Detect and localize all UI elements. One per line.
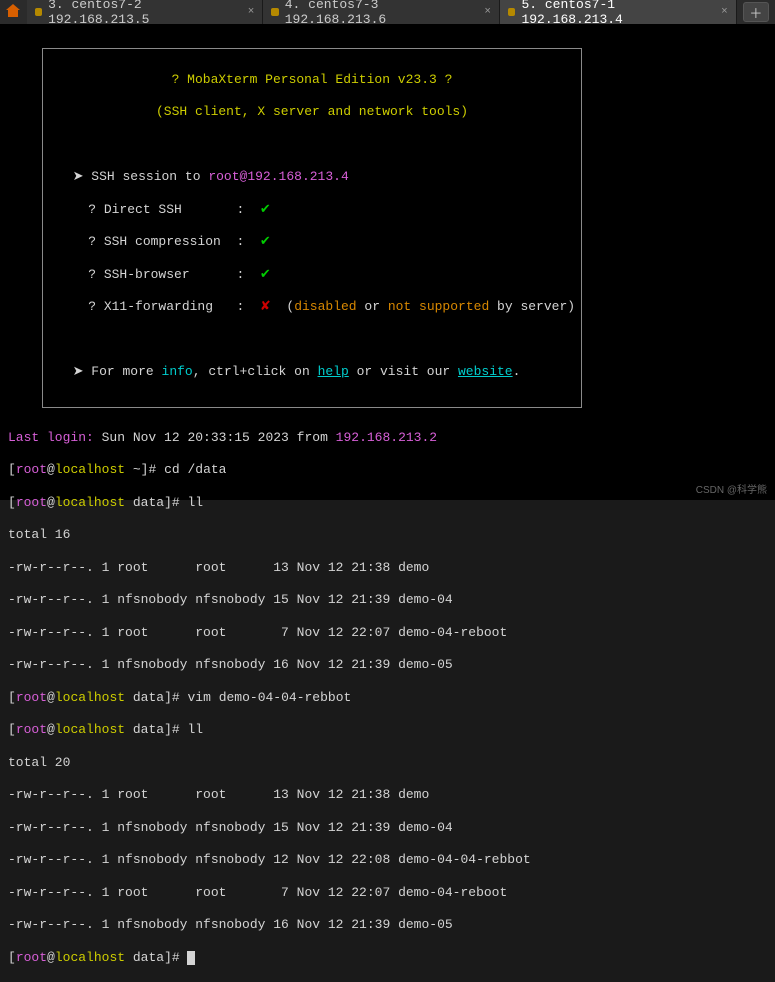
tab-label: 5. centos7-1 192.168.213.4 <box>521 0 709 27</box>
ls-total: total 20 <box>8 755 767 771</box>
tab-bar: 3. centos7-2 192.168.213.5 × 4. centos7-… <box>0 0 775 24</box>
website-link[interactable]: website <box>458 364 513 379</box>
terminal-icon <box>508 8 515 16</box>
ls-row: -rw-r--r--. 1 root root 7 Nov 12 22:07 d… <box>8 885 767 901</box>
close-icon[interactable]: × <box>721 6 728 18</box>
tab-label: 3. centos7-2 192.168.213.5 <box>48 0 236 27</box>
prompt-line: [root@localhost data]# vim demo-04-04-re… <box>8 690 767 706</box>
banner-title: ? MobaXterm Personal Edition v23.3 ? <box>57 72 567 88</box>
banner-more: ➤ For more info, ctrl+click on help or v… <box>57 364 567 380</box>
watermark: CSDN @科学熊 <box>696 481 767 496</box>
tab-centos7-3[interactable]: 4. centos7-3 192.168.213.6 × <box>263 0 500 24</box>
help-link[interactable]: help <box>318 364 349 379</box>
new-tab-button[interactable]: ＋ <box>743 2 769 22</box>
banner-subtitle: (SSH client, X server and network tools) <box>57 104 567 120</box>
ls-row: -rw-r--r--. 1 nfsnobody nfsnobody 15 Nov… <box>8 820 767 836</box>
ls-row: -rw-r--r--. 1 nfsnobody nfsnobody 15 Nov… <box>8 592 767 608</box>
tab-centos7-1[interactable]: 5. centos7-1 192.168.213.4 × <box>500 0 737 24</box>
ls-row: -rw-r--r--. 1 nfsnobody nfsnobody 12 Nov… <box>8 852 767 868</box>
ls-row: -rw-r--r--. 1 root root 13 Nov 12 21:38 … <box>8 787 767 803</box>
banner-item: ? SSH-browser : ✔ <box>57 267 567 283</box>
tab-label: 4. centos7-3 192.168.213.6 <box>285 0 473 27</box>
close-icon[interactable]: × <box>484 6 491 18</box>
tab-centos7-2[interactable]: 3. centos7-2 192.168.213.5 × <box>27 0 264 24</box>
terminal-icon <box>271 8 278 16</box>
ls-row: -rw-r--r--. 1 root root 13 Nov 12 21:38 … <box>8 560 767 576</box>
moba-banner: ? MobaXterm Personal Edition v23.3 ? (SS… <box>42 48 582 407</box>
ls-total: total 16 <box>8 527 767 543</box>
prompt-line: [root@localhost ~]# cd /data <box>8 462 767 478</box>
ls-row: -rw-r--r--. 1 root root 7 Nov 12 22:07 d… <box>8 625 767 641</box>
ls-row: -rw-r--r--. 1 nfsnobody nfsnobody 16 Nov… <box>8 917 767 933</box>
last-login: Last login: Sun Nov 12 20:33:15 2023 fro… <box>8 430 767 446</box>
cursor <box>187 951 195 965</box>
prompt-line: [root@localhost data]# <box>8 950 767 966</box>
banner-item: ? Direct SSH : ✔ <box>57 202 567 218</box>
close-icon[interactable]: × <box>248 6 255 18</box>
ls-row: -rw-r--r--. 1 nfsnobody nfsnobody 16 Nov… <box>8 657 767 673</box>
prompt-line: [root@localhost data]# ll <box>8 495 767 511</box>
banner-session: ➤ SSH session to root@192.168.213.4 <box>57 169 567 185</box>
home-icon[interactable] <box>4 1 23 21</box>
terminal-area[interactable]: ? MobaXterm Personal Edition v23.3 ? (SS… <box>0 24 775 500</box>
terminal-icon <box>35 8 42 16</box>
prompt-line: [root@localhost data]# ll <box>8 722 767 738</box>
banner-item: ? X11-forwarding : ✘ (disabled or not su… <box>57 299 567 315</box>
banner-item: ? SSH compression : ✔ <box>57 234 567 250</box>
